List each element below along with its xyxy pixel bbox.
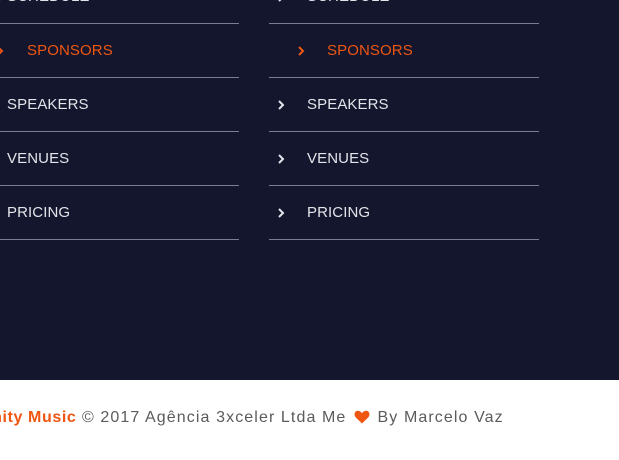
- menu-item-schedule[interactable]: Schedule: [0, 0, 239, 24]
- menu-item-label[interactable]: Venues: [307, 132, 369, 186]
- chevron-right-icon: [0, 46, 4, 56]
- footer-menu-column-2: Schedule Sponsors Speakers Venues Pricin…: [269, 0, 539, 240]
- menu-item-label[interactable]: Sponsors: [27, 24, 113, 78]
- menu-item-speakers[interactable]: Speakers: [0, 78, 239, 132]
- menu-item-pricing[interactable]: Pricing: [0, 186, 239, 240]
- menu-item-label[interactable]: Sponsors: [327, 24, 413, 78]
- menu-item-label[interactable]: Schedule: [7, 0, 90, 24]
- menu-item-speakers[interactable]: Speakers: [269, 78, 539, 132]
- chevron-right-icon: [277, 154, 285, 164]
- menu-item-label[interactable]: Pricing: [7, 186, 70, 240]
- chevron-right-icon: [297, 46, 305, 56]
- copyright-bar: Unity Music © 2017 Agência 3xceler Ltda …: [0, 380, 619, 460]
- chevron-right-icon: [277, 100, 285, 110]
- footer-menu-column-1: Schedule Sponsors Speakers Venues Pricin…: [0, 0, 239, 240]
- author-credit: By Marcelo Vaz: [377, 409, 504, 426]
- menu-item-sponsors[interactable]: Sponsors: [0, 24, 239, 78]
- menu-item-schedule[interactable]: Schedule: [269, 0, 539, 24]
- menu-item-label[interactable]: Speakers: [7, 78, 89, 132]
- menu-item-venues[interactable]: Venues: [0, 132, 239, 186]
- copyright-text: © 2017 Agência 3xceler Ltda Me: [81, 409, 347, 426]
- menu-item-label[interactable]: Speakers: [307, 78, 389, 132]
- chevron-right-icon: [277, 208, 285, 218]
- menu-item-label[interactable]: Pricing: [307, 186, 370, 240]
- menu-item-pricing[interactable]: Pricing: [269, 186, 539, 240]
- chevron-right-icon: [0, 0, 4, 2]
- menu-item-label[interactable]: Schedule: [307, 0, 390, 24]
- footer-menus-section: Schedule Sponsors Speakers Venues Pricin…: [0, 0, 619, 380]
- chevron-right-icon: [277, 0, 285, 2]
- menu-item-venues[interactable]: Venues: [269, 132, 539, 186]
- copyright-line: Unity Music © 2017 Agência 3xceler Ltda …: [0, 408, 504, 428]
- menu-item-label[interactable]: Venues: [7, 132, 69, 186]
- menu-item-sponsors[interactable]: Sponsors: [269, 24, 539, 78]
- brand-link[interactable]: Unity Music: [0, 409, 76, 426]
- heart-icon: [354, 410, 370, 424]
